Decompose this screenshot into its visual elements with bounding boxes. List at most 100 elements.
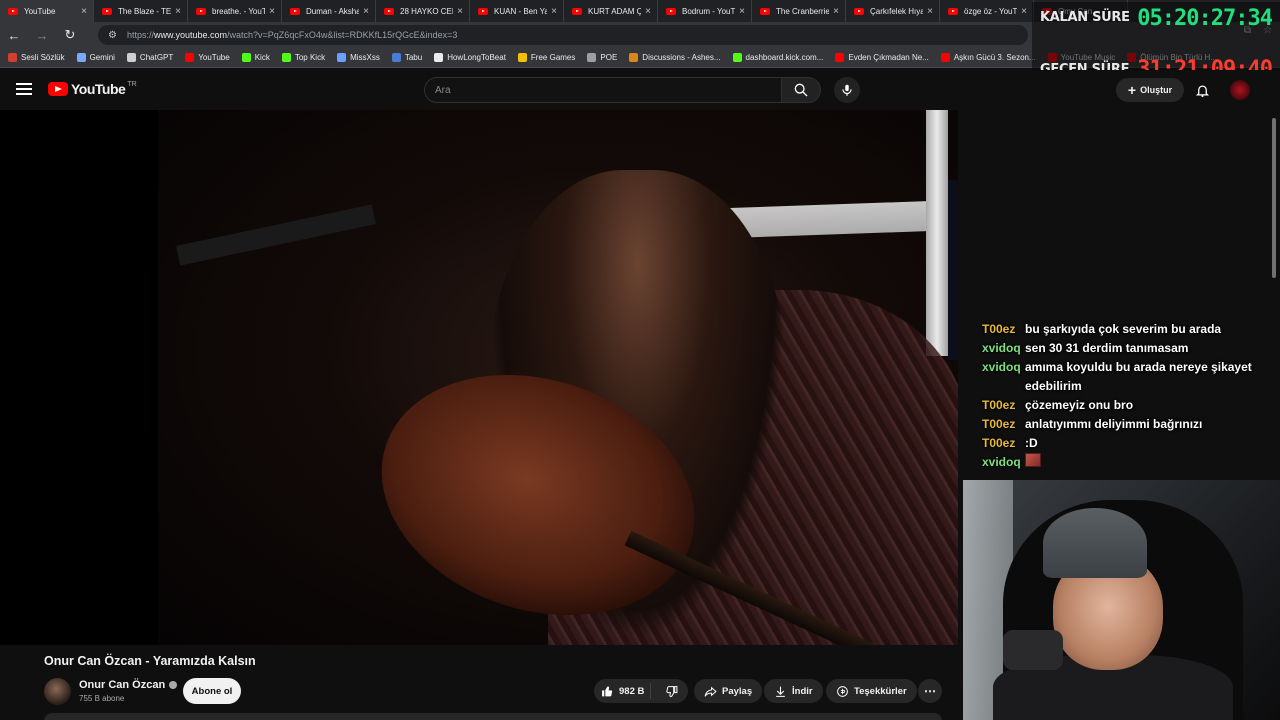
thumbs-down-icon — [666, 685, 678, 697]
bookmark-item[interactable]: Aşkın Gücü 3. Sezon... — [940, 53, 1036, 62]
browser-tab[interactable]: Çarkıfelek Hıya × — [846, 0, 940, 22]
share-label: Paylaş — [722, 685, 753, 697]
search-box — [424, 77, 822, 103]
create-button[interactable]: + Oluştur — [1116, 78, 1184, 102]
plus-icon: + — [1127, 82, 1137, 98]
close-tab-icon[interactable]: × — [739, 6, 745, 17]
bookmark-label: Tabu — [404, 53, 423, 62]
close-tab-icon[interactable]: × — [927, 6, 933, 17]
close-tab-icon[interactable]: × — [1021, 6, 1027, 17]
browser-tab[interactable]: Duman - Aksha × — [282, 0, 376, 22]
tab-title: 28 HAYKO CEP — [400, 6, 454, 16]
browser-tab[interactable]: The Blaze - TER × — [94, 0, 188, 22]
youtube-favicon-icon — [478, 7, 488, 15]
youtube-logo[interactable]: YouTube TR — [48, 81, 137, 97]
browser-tab[interactable]: Bodrum - YouT × — [658, 0, 752, 22]
voice-search-button[interactable] — [834, 77, 860, 103]
download-button[interactable]: İndir — [764, 679, 823, 703]
bookmark-item[interactable]: Discussions - Ashes... — [629, 53, 721, 62]
region-code: TR — [127, 81, 137, 88]
youtube-favicon-icon — [290, 7, 300, 15]
browser-tab[interactable]: breathe. - YouT × — [188, 0, 282, 22]
tab-title: The Blaze - TER — [118, 6, 172, 16]
close-tab-icon[interactable]: × — [457, 6, 463, 17]
search-input[interactable] — [424, 77, 782, 103]
browser-tab[interactable]: özge öz - YouT × — [940, 0, 1034, 22]
chat-message: xvidoq — [982, 453, 1272, 472]
menu-icon[interactable] — [16, 83, 32, 95]
cam-beanie — [1043, 508, 1147, 578]
close-tab-icon[interactable]: × — [551, 6, 557, 17]
close-tab-icon[interactable]: × — [175, 6, 181, 17]
chat-username: xvidoq — [982, 455, 1021, 469]
youtube-play-icon — [48, 82, 68, 96]
bookmark-label: Free Games — [530, 53, 576, 62]
like-count: 982 B — [619, 685, 645, 697]
account-avatar[interactable] — [1230, 80, 1250, 100]
bookmark-label: HowLongToBeat — [447, 53, 506, 62]
thanks-icon — [837, 685, 848, 697]
like-button[interactable]: 982 B — [594, 683, 651, 699]
url-path: /watch?v=PqZ6qcFxO4w&list=RDKKfL15rQGcE&… — [227, 30, 458, 40]
bookmark-favicon-icon — [940, 53, 950, 62]
url-host: www.youtube.com — [153, 30, 228, 40]
site-info-icon[interactable]: ⚙ — [108, 30, 117, 41]
close-tab-icon[interactable]: × — [269, 6, 275, 17]
reload-button[interactable]: ↻ — [56, 27, 84, 43]
bookmark-item[interactable]: MissXss — [337, 53, 380, 62]
search-button[interactable] — [781, 77, 821, 103]
share-button[interactable]: Paylaş — [694, 679, 763, 703]
forward-button[interactable]: → — [28, 28, 56, 43]
bookmark-favicon-icon — [434, 53, 444, 62]
subscribe-button[interactable]: Abone ol — [183, 678, 241, 704]
bookmark-favicon-icon — [126, 53, 136, 62]
bookmark-favicon-icon — [517, 53, 527, 62]
close-tab-icon[interactable]: × — [81, 6, 87, 17]
close-tab-icon[interactable]: × — [833, 6, 839, 17]
description-box[interactable] — [44, 713, 942, 720]
mic-stand — [176, 204, 376, 266]
browser-tab[interactable]: The Cranberrie × — [752, 0, 846, 22]
bookmark-item[interactable]: Kick — [241, 53, 270, 62]
channel-avatar[interactable] — [44, 678, 71, 705]
notifications-button[interactable] — [1192, 80, 1212, 100]
scrollbar[interactable] — [1270, 110, 1278, 280]
bookmark-item[interactable]: Evden Çıkmadan Ne... — [835, 53, 929, 62]
back-button[interactable]: ← — [0, 28, 28, 43]
chat-text: anlatıyımmı deliyimmi bağrınızı — [1025, 417, 1203, 431]
bookmark-item[interactable]: YouTube — [185, 53, 230, 62]
browser-tab[interactable]: 28 HAYKO CEP × — [376, 0, 470, 22]
bookmark-item[interactable]: Tabu — [391, 53, 423, 62]
bookmark-item[interactable]: HowLongToBeat — [434, 53, 506, 62]
dislike-button[interactable] — [656, 685, 688, 698]
bookmark-item[interactable]: Gemini — [76, 53, 115, 62]
thanks-button[interactable]: Teşekkürler — [826, 679, 917, 703]
more-actions-button[interactable]: ⋯ — [918, 679, 942, 703]
scrollbar-thumb[interactable] — [1272, 118, 1276, 278]
thanks-label: Teşekkürler — [854, 685, 907, 697]
close-tab-icon[interactable]: × — [363, 6, 369, 17]
bookmark-item[interactable]: Top Kick — [281, 53, 325, 62]
channel-name[interactable]: Onur Can Özcan — [79, 679, 178, 691]
bookmark-item[interactable]: Sesli Sözlük — [8, 53, 65, 62]
chat-text: amıma koyuldu bu arada nereye şikayet ed… — [1025, 360, 1252, 393]
bookmark-label: Sesli Sözlük — [21, 53, 65, 62]
youtube-favicon-icon — [8, 7, 18, 15]
bookmark-label: Aşkın Gücü 3. Sezon... — [953, 53, 1036, 62]
bookmark-item[interactable]: dashboard.kick.com... — [732, 53, 823, 62]
bookmark-label: YouTube — [198, 53, 230, 62]
tab-title: YouTube — [24, 6, 56, 16]
video-player[interactable] — [0, 110, 958, 645]
browser-tab[interactable]: KUAN - Ben Yan × — [470, 0, 564, 22]
browser-tab[interactable]: YouTube × — [0, 0, 94, 22]
browser-tab[interactable]: KURT ADAM Ç × — [564, 0, 658, 22]
logo-text: YouTube — [71, 81, 126, 97]
bookmark-item[interactable]: ChatGPT — [126, 53, 173, 62]
bookmark-item[interactable]: Free Games — [517, 53, 576, 62]
bookmark-item[interactable]: POE — [587, 53, 617, 62]
more-icon: ⋯ — [924, 684, 936, 698]
address-bar[interactable]: ⚙ https://www.youtube.com/watch?v=PqZ6qc… — [98, 25, 1028, 45]
tab-title: KUAN - Ben Yan — [494, 6, 547, 16]
cam-microphone — [1003, 630, 1063, 670]
close-tab-icon[interactable]: × — [645, 6, 651, 17]
